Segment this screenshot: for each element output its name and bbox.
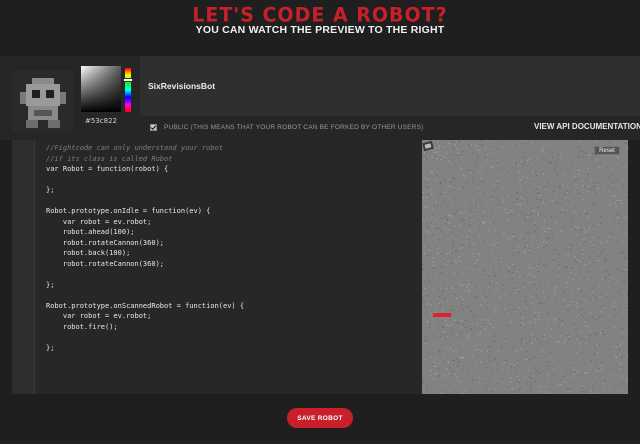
color-picker[interactable] xyxy=(81,66,133,112)
code-line: robot.rotateCannon(360); xyxy=(46,238,165,247)
code-line: robot.fire(); xyxy=(46,322,118,331)
code-line: //if its class is called Robot xyxy=(46,154,173,163)
code-line: var Robot = function(robot) { xyxy=(46,165,169,173)
header: LET'S CODE A ROBOT? YOU CAN WATCH THE PR… xyxy=(0,0,640,56)
robot-avatar-icon xyxy=(12,70,74,132)
code-editor[interactable]: //Fightcode can only understand your rob… xyxy=(12,140,422,394)
code-line: //Fightcode can only understand your rob… xyxy=(46,144,224,152)
arena-background xyxy=(422,140,628,394)
code-line: }; xyxy=(46,186,55,194)
code-line: var robot = ev.robot; xyxy=(46,312,152,320)
footer: SAVE ROBOT xyxy=(0,394,640,444)
robot-tank-icon xyxy=(422,140,434,152)
color-saturation-box[interactable] xyxy=(81,66,121,112)
code-content[interactable]: //Fightcode can only understand your rob… xyxy=(46,143,426,353)
public-checkbox[interactable] xyxy=(150,124,157,131)
robot-health-bar xyxy=(433,313,451,317)
save-robot-button[interactable]: SAVE ROBOT xyxy=(287,408,353,428)
code-line: robot.rotateCannon(360); xyxy=(46,259,165,268)
api-documentation-link[interactable]: VIEW API DOCUMENTATION xyxy=(534,122,640,131)
hue-slider-handle[interactable] xyxy=(123,78,133,82)
page-subtitle: YOU CAN WATCH THE PREVIEW TO THE RIGHT xyxy=(195,24,445,36)
robot-config-panel: #53c822 PUBLIC (THIS MEANS THAT YOUR ROB… xyxy=(0,56,640,140)
code-line: Robot.prototype.onIdle = function(ev) { xyxy=(46,207,211,215)
code-line: }; xyxy=(46,280,55,289)
color-hex-value: #53c822 xyxy=(85,117,117,125)
code-line: robot.back(100); xyxy=(46,249,131,257)
reset-preview-button[interactable]: Reset xyxy=(594,146,620,155)
code-line: Robot.prototype.onScannedRobot = functio… xyxy=(46,301,245,310)
robot-name-input[interactable] xyxy=(140,56,640,116)
editor-gutter xyxy=(12,140,35,394)
color-hue-slider[interactable] xyxy=(125,68,131,112)
battle-preview: Reset xyxy=(422,140,628,394)
public-label: PUBLIC (THIS MEANS THAT YOUR ROBOT CAN B… xyxy=(164,124,424,131)
code-line: robot.ahead(100); xyxy=(46,228,135,236)
code-line: }; xyxy=(46,343,55,352)
code-line: var robot = ev.robot; xyxy=(46,217,152,226)
checkmark-icon xyxy=(150,125,157,131)
